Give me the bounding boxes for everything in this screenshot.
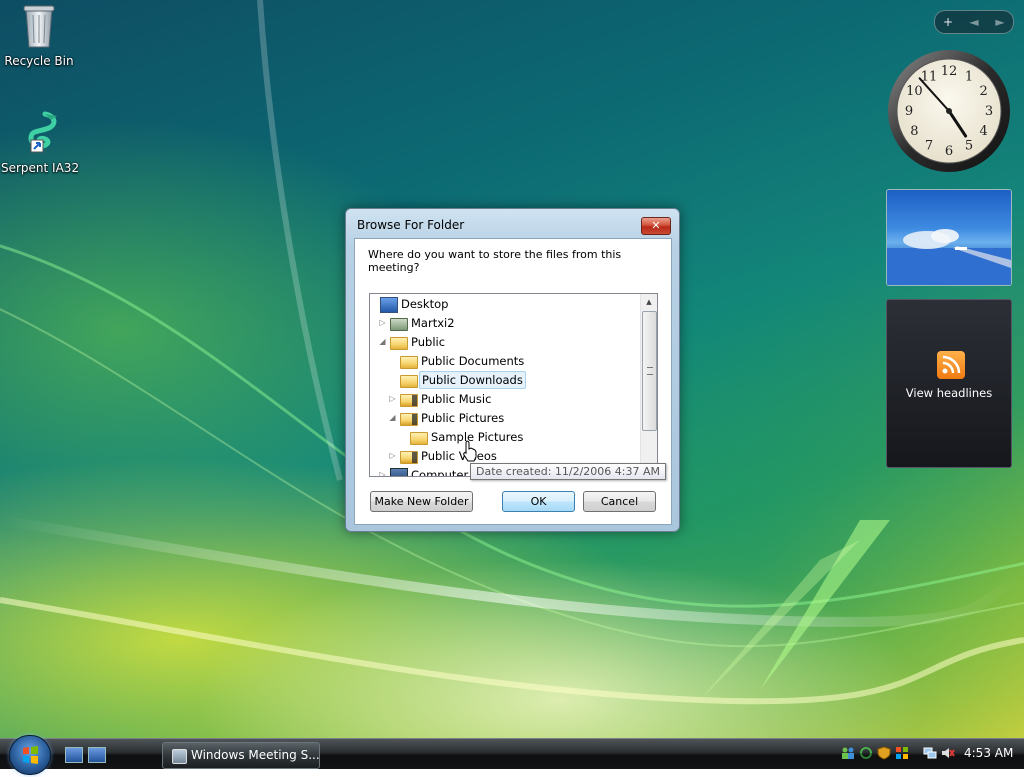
close-button[interactable]: ✕	[641, 217, 671, 235]
clock-gadget[interactable]: 12 1234567891011	[886, 48, 1012, 174]
scroll-up-arrow-icon[interactable]: ▲	[641, 294, 657, 310]
windows-logo-icon	[23, 746, 38, 764]
clock-number: 10	[906, 84, 923, 99]
clock-number: 7	[925, 139, 933, 154]
desktop-icon-label: Serpent IA32	[1, 161, 80, 175]
next-page-button[interactable]: ►	[990, 15, 1010, 29]
taskbar-clock[interactable]: 4:53 AM	[964, 746, 1013, 760]
tree-item[interactable]: Public Downloads	[370, 371, 640, 389]
pictures-folder-icon	[400, 413, 418, 426]
tree-item-label: Computer	[411, 468, 469, 477]
folder-tree[interactable]: Desktop ▷ Martxi2 ◢ Public Public Documents Pu…	[369, 293, 658, 477]
scroll-thumb[interactable]	[642, 311, 657, 431]
tree-item[interactable]: Public Documents	[370, 352, 640, 370]
taskbar: Windows Meeting S... 4:53 AM	[0, 735, 1024, 775]
desktop-icon-serpent[interactable]: Serpent IA32	[1, 110, 80, 175]
people-near-me-icon[interactable]	[841, 746, 855, 760]
tree-item[interactable]: ▷ Martxi2	[370, 314, 640, 332]
expand-arrow-icon[interactable]: ◢	[378, 333, 387, 351]
dialog-title: Browse For Folder	[357, 218, 465, 232]
desktop-icon	[380, 297, 398, 313]
previous-page-button[interactable]: ◄	[964, 15, 984, 29]
tree-item[interactable]: ◢ Public	[370, 333, 640, 351]
folder-icon	[400, 356, 418, 369]
slideshow-image	[887, 229, 1011, 285]
slideshow-gadget[interactable]	[886, 189, 1012, 286]
expand-arrow-icon[interactable]: ▷	[378, 466, 387, 476]
sync-icon[interactable]	[859, 746, 873, 760]
expand-arrow-icon[interactable]: ▷	[378, 314, 387, 332]
tree-item[interactable]: Desktop	[370, 295, 640, 313]
expand-arrow-icon[interactable]: ▷	[388, 447, 397, 465]
folder-icon	[390, 337, 408, 350]
clock-number: 6	[945, 144, 953, 159]
tree-item[interactable]: Sample Pictures	[370, 428, 640, 446]
feeds-gadget[interactable]: View headlines	[886, 299, 1012, 468]
recycle-bin-icon	[23, 5, 55, 48]
tree-item-label: Martxi2	[411, 316, 455, 330]
hand-cursor-icon	[463, 440, 477, 462]
tree-item[interactable]: ◢ Public Pictures	[370, 409, 640, 427]
taskbar-button-windows-meeting-space[interactable]: Windows Meeting S...	[162, 742, 320, 769]
switch-windows-icon[interactable]	[88, 747, 106, 763]
make-new-folder-button[interactable]: Make New Folder	[370, 491, 473, 512]
windows-update-icon[interactable]	[895, 746, 909, 760]
dialog-client-area: Where do you want to store the files fro…	[354, 238, 672, 525]
folder-icon	[410, 432, 428, 445]
security-shield-icon[interactable]	[877, 746, 891, 760]
computer-icon	[390, 468, 408, 476]
expand-arrow-icon[interactable]: ▷	[388, 390, 397, 408]
folder-icon	[400, 375, 418, 388]
clock-number: 1	[965, 69, 973, 84]
clock-number: 9	[905, 104, 913, 119]
clock-number: 8	[910, 124, 918, 139]
ok-button[interactable]: OK	[502, 491, 575, 512]
sidebar-controls: + ◄ ►	[934, 10, 1014, 34]
user-folder-icon	[390, 318, 408, 331]
tree-item-label: Public Downloads	[419, 371, 526, 389]
tree-item-label: Public Pictures	[421, 411, 505, 425]
tree-item-label: Public Music	[421, 392, 492, 406]
clock-number: 3	[985, 104, 993, 119]
view-headlines-link[interactable]: View headlines	[887, 386, 1011, 400]
tree-scrollbar[interactable]: ▲ ▼	[640, 294, 657, 476]
clock-number: 4	[979, 124, 987, 139]
music-folder-icon	[400, 394, 418, 407]
browse-for-folder-dialog: Browse For Folder ✕ Where do you want to…	[345, 208, 680, 532]
clock-number: 5	[965, 139, 973, 154]
start-button[interactable]	[9, 735, 51, 775]
taskbar-button-label: Windows Meeting S...	[191, 748, 320, 762]
desktop-icon-recycle-bin[interactable]: Recycle Bin	[1, 3, 77, 68]
tree-item-label: Public Documents	[421, 354, 525, 368]
serpent-shortcut-icon	[28, 111, 57, 153]
tree-item[interactable]: ▷ Public Music	[370, 390, 640, 408]
add-gadget-button[interactable]: +	[938, 15, 958, 29]
videos-folder-icon	[400, 451, 418, 464]
expand-arrow-icon[interactable]: ◢	[388, 409, 397, 427]
tree-item-label: Desktop	[401, 297, 449, 311]
windows-meeting-space-icon	[172, 749, 187, 764]
clock-number: 2	[979, 84, 987, 99]
tree-item-label: Public	[411, 335, 446, 349]
cancel-button[interactable]: Cancel	[583, 491, 656, 512]
dialog-prompt: Where do you want to store the files fro…	[368, 248, 622, 274]
network-icon[interactable]	[923, 746, 937, 760]
show-desktop-icon[interactable]	[65, 747, 83, 763]
date-created-tooltip: Date created: 11/2/2006 4:37 AM	[470, 463, 667, 480]
desktop-icon-label: Recycle Bin	[4, 54, 74, 68]
clock-number: 12	[941, 64, 958, 79]
volume-muted-icon[interactable]	[941, 746, 955, 760]
rss-icon	[937, 351, 965, 379]
